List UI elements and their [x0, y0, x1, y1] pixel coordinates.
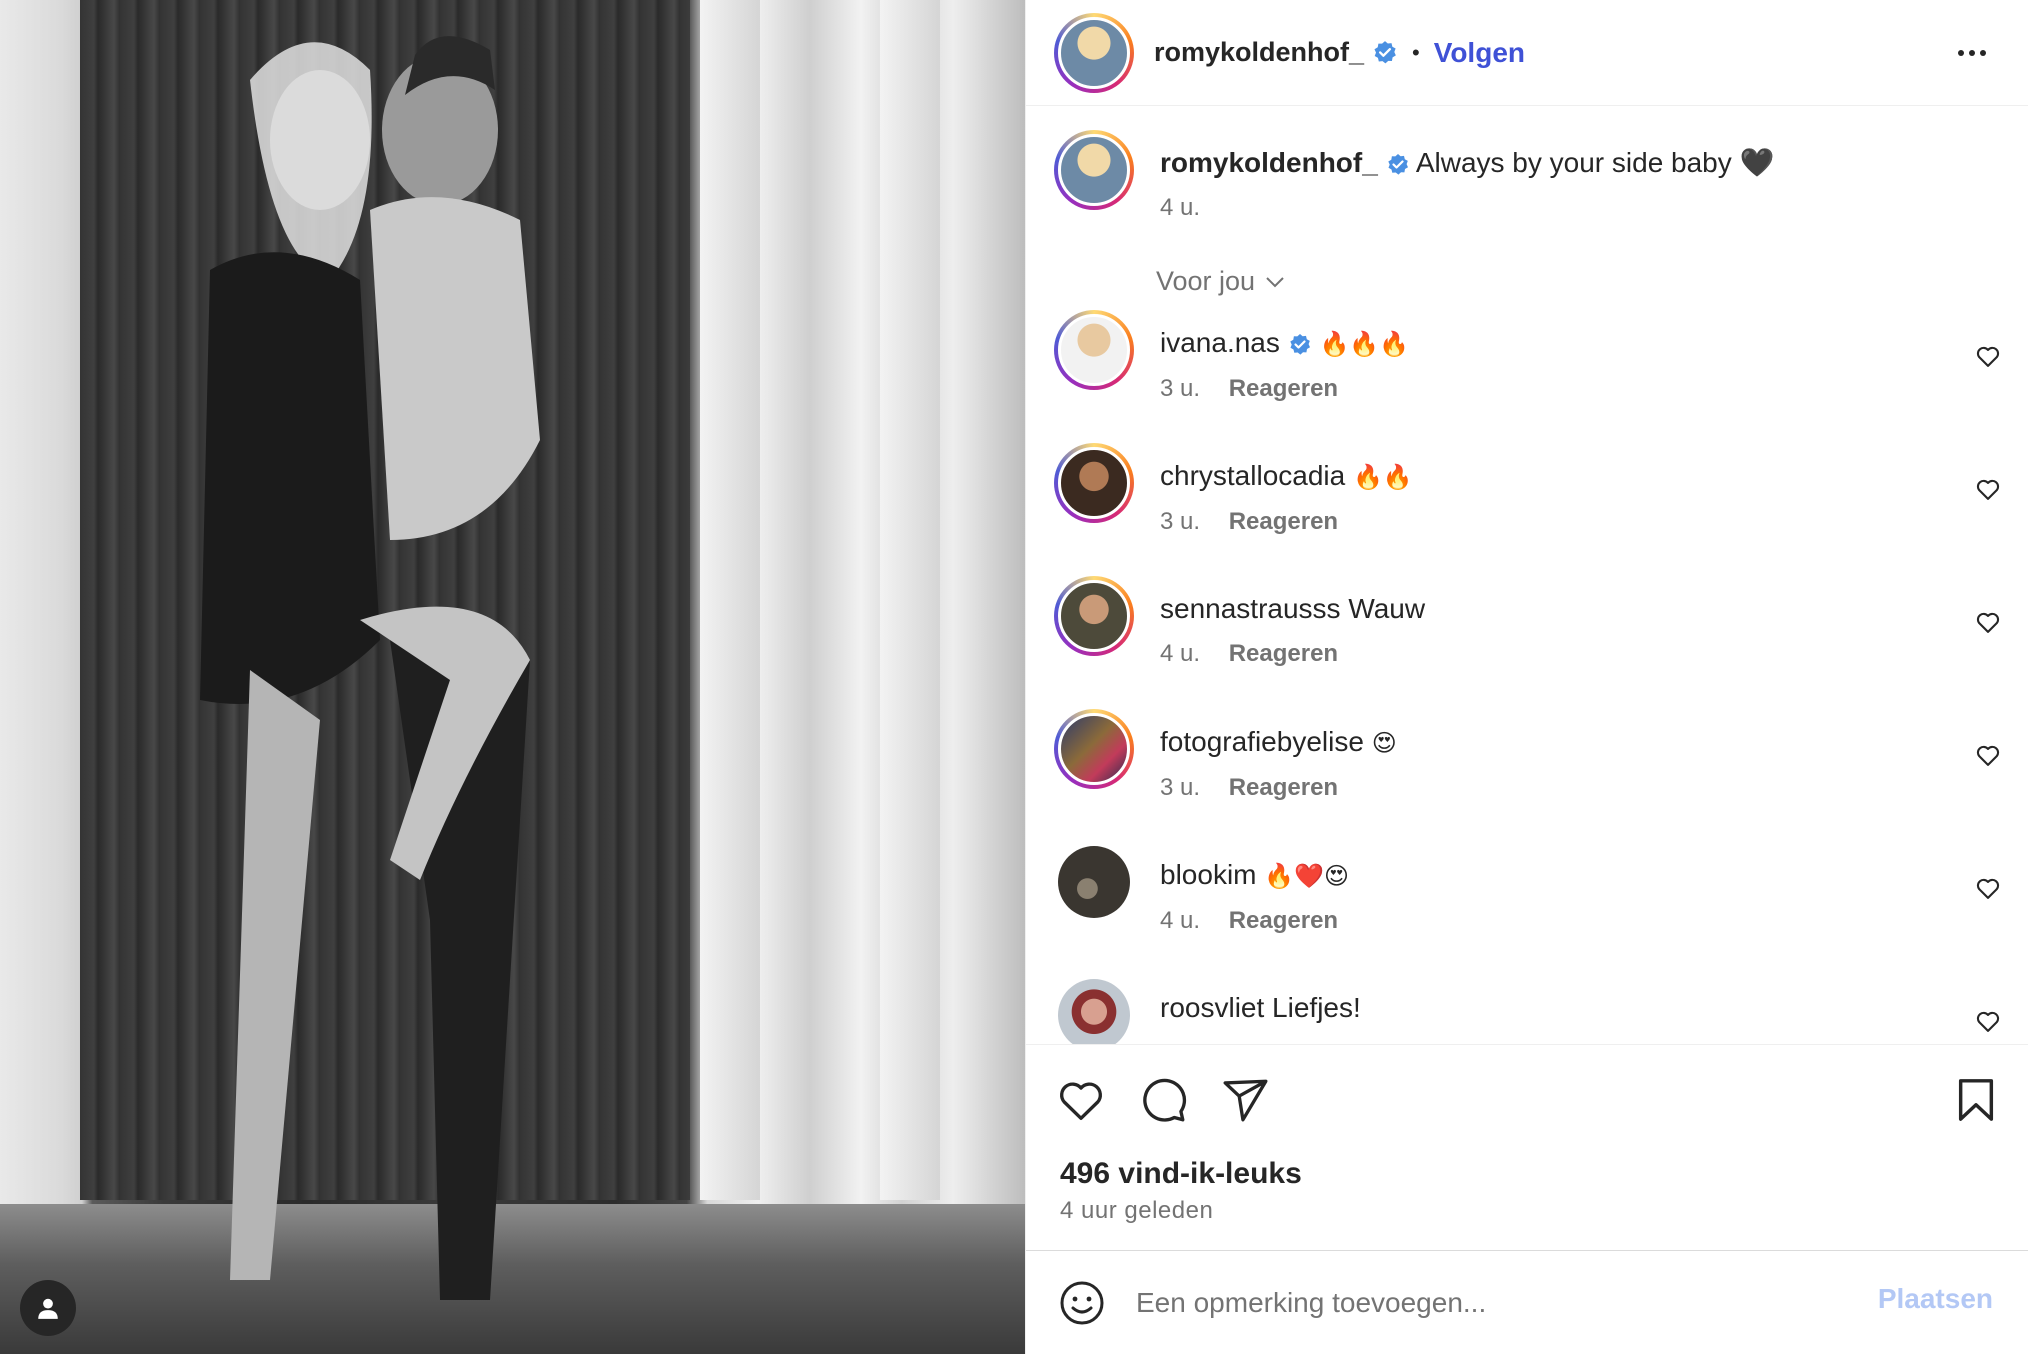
post-actions: 496 vind-ik-leuks 4 uur geleden	[1026, 1044, 2028, 1250]
comment-username[interactable]: blookim	[1160, 859, 1256, 890]
comment-text: 🔥❤️😍	[1264, 862, 1350, 890]
comment-time: 3 u.	[1160, 508, 1201, 535]
reply-button[interactable]: Reageren	[1229, 640, 1338, 667]
comment-icon[interactable]	[1138, 1075, 1188, 1125]
comment-item: fotografiebyelise 😍 3 u. Reageren	[1054, 709, 2014, 802]
post-photo[interactable]	[0, 0, 1025, 1354]
user-icon	[38, 1298, 58, 1319]
heart-icon[interactable]	[1974, 741, 2002, 769]
comment-time: 3 u.	[1160, 774, 1201, 801]
reply-button[interactable]: Reageren	[1229, 907, 1338, 934]
header-separator: •	[1412, 39, 1420, 65]
author-avatar[interactable]	[1054, 12, 1134, 93]
post-header: romykoldenhof_ • Volgen	[1026, 0, 2028, 106]
likes-count[interactable]: 496 vind-ik-leuks	[1060, 1157, 1302, 1191]
comment-text: Liefjes!	[1272, 992, 1361, 1023]
tagged-users-button[interactable]	[20, 1280, 76, 1336]
comment-avatar[interactable]	[1054, 443, 1134, 523]
comment-username[interactable]: sennastrausss	[1160, 593, 1341, 624]
caption-username[interactable]: romykoldenhof_	[1160, 147, 1378, 178]
heart-icon[interactable]	[1974, 1007, 2002, 1035]
heart-icon[interactable]	[1974, 874, 2002, 902]
comment-item: ivana.nas 🔥🔥🔥 3 u. Reageren	[1054, 310, 2014, 403]
photo-plank	[700, 0, 760, 1200]
comment-time: 4 u.	[1160, 640, 1201, 667]
comment-username[interactable]: ivana.nas	[1160, 327, 1280, 358]
share-icon[interactable]	[1220, 1075, 1270, 1125]
comment-time: 3 u.	[1160, 375, 1201, 402]
sort-label: Voor jou	[1156, 266, 1256, 296]
author-username[interactable]: romykoldenhof_	[1154, 37, 1364, 68]
comment-input[interactable]	[1136, 1286, 1836, 1319]
comment-username[interactable]: chrystallocadia	[1160, 460, 1345, 491]
comment-username[interactable]: roosvliet	[1160, 992, 1264, 1023]
bookmark-icon[interactable]	[1953, 1075, 1999, 1125]
comment-avatar[interactable]	[1054, 576, 1134, 656]
chevron-down-icon	[1266, 276, 1284, 287]
emoji-icon[interactable]	[1058, 1279, 1106, 1327]
comment-sort-dropdown[interactable]: Voor jou	[1156, 266, 1287, 297]
post-sidebar: romykoldenhof_ • Volgen romykoldenhof_ A…	[1025, 0, 2028, 1354]
comment-text: Wauw	[1348, 593, 1426, 624]
comment-item: chrystallocadia 🔥🔥 3 u. Reageren	[1054, 443, 2014, 536]
reply-button[interactable]: Reageren	[1229, 508, 1338, 535]
caption-time: 4 u.	[1160, 194, 1201, 221]
photo-figures	[200, 36, 540, 1300]
heart-icon[interactable]	[1974, 475, 2002, 503]
follow-button[interactable]: Volgen	[1434, 37, 1525, 69]
heart-icon[interactable]	[1974, 608, 2002, 636]
comment-composer: Plaatsen	[1026, 1250, 2028, 1354]
post-timestamp: 4 uur geleden	[1060, 1197, 1214, 1224]
comment-item: roosvliet Liefjes!	[1054, 975, 2014, 1044]
comment-item: sennastrausss Wauw 4 u. Reageren	[1054, 576, 2014, 668]
verified-icon	[1374, 40, 1396, 63]
heart-icon[interactable]	[1056, 1075, 1106, 1125]
comment-item: blookim 🔥❤️😍 4 u. Reageren	[1054, 842, 2014, 935]
comment-text: 😍	[1371, 729, 1397, 757]
comment-text: 🔥🔥	[1352, 463, 1413, 491]
verified-icon	[1289, 333, 1310, 355]
reply-button[interactable]: Reageren	[1229, 375, 1338, 402]
comment-time: 4 u.	[1160, 907, 1201, 934]
heart-icon[interactable]	[1974, 342, 2002, 370]
comment-avatar[interactable]	[1054, 310, 1134, 390]
caption-avatar[interactable]	[1054, 130, 1134, 210]
post-caption: romykoldenhof_ Always by your side baby …	[1054, 130, 1774, 222]
comment-avatar[interactable]	[1054, 975, 1134, 1044]
comment-text: 🔥🔥🔥	[1319, 330, 1410, 358]
photo-plank	[880, 0, 940, 1200]
verified-icon	[1387, 153, 1408, 175]
comments-list[interactable]: romykoldenhof_ Always by your side baby …	[1026, 106, 2028, 1044]
reply-button[interactable]: Reageren	[1229, 774, 1338, 801]
more-icon[interactable]	[1955, 36, 1989, 70]
caption-text: Always by your side baby 🖤	[1415, 147, 1775, 178]
post-comment-button[interactable]: Plaatsen	[1878, 1283, 1993, 1315]
comment-username[interactable]: fotografiebyelise	[1160, 726, 1364, 757]
comment-avatar[interactable]	[1054, 842, 1134, 922]
comment-avatar[interactable]	[1054, 709, 1134, 789]
